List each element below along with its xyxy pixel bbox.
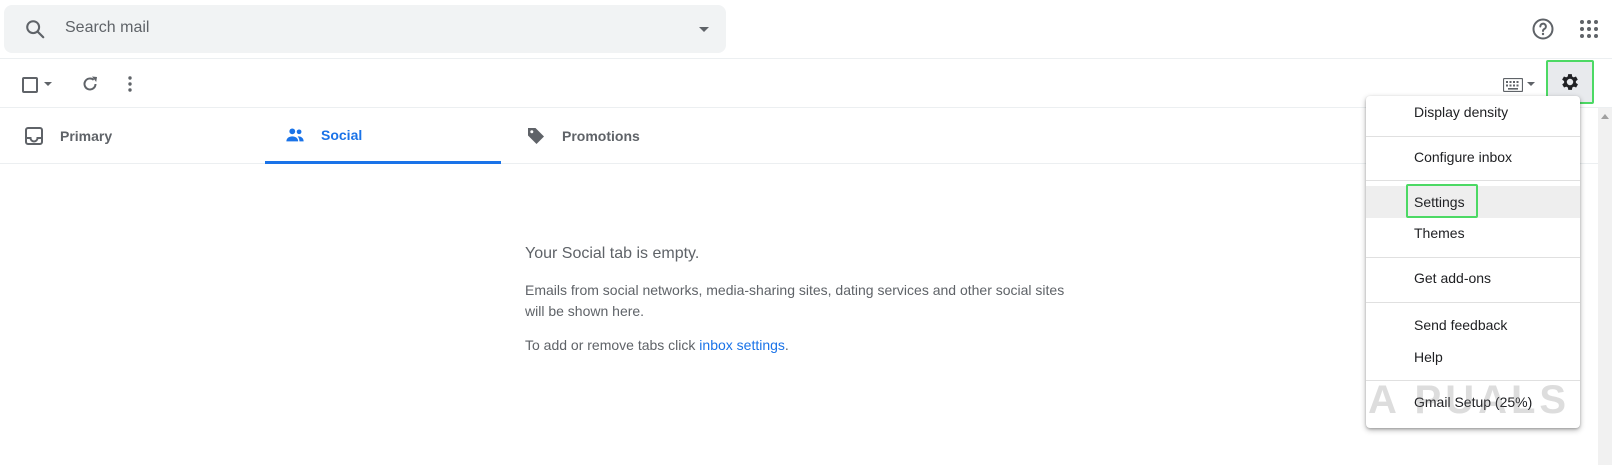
- select-options-icon[interactable]: [44, 82, 52, 86]
- tab-social[interactable]: Social: [265, 108, 501, 164]
- apps-grid-icon[interactable]: [1577, 17, 1601, 41]
- empty-state-hint: To add or remove tabs click inbox settin…: [525, 337, 789, 353]
- menu-item-settings-label: Settings: [1414, 194, 1465, 210]
- tab-promotions[interactable]: Promotions: [506, 108, 742, 164]
- search-bar[interactable]: Search mail: [4, 5, 726, 53]
- menu-item-gmail-setup[interactable]: Gmail Setup (25%): [1366, 386, 1580, 418]
- keyboard-options-icon[interactable]: [1527, 82, 1535, 86]
- menu-item-settings[interactable]: Settings: [1366, 184, 1580, 218]
- menu-item-send-feedback[interactable]: Send feedback: [1366, 309, 1580, 341]
- search-options-icon[interactable]: [694, 19, 714, 39]
- scrollbar[interactable]: [1598, 108, 1612, 465]
- keyboard-icon[interactable]: [1503, 78, 1523, 92]
- tab-label: Social: [321, 126, 363, 143]
- tag-icon: [528, 128, 544, 144]
- menu-divider: [1366, 136, 1580, 137]
- empty-state-description: Emails from social networks, media-shari…: [525, 282, 1065, 319]
- refresh-icon[interactable]: [80, 74, 100, 94]
- search-input[interactable]: Search mail: [65, 19, 149, 37]
- header: Search mail: [0, 0, 1612, 59]
- menu-item-help[interactable]: Help: [1366, 341, 1580, 373]
- empty-state-title: Your Social tab is empty.: [525, 245, 700, 262]
- menu-item-themes[interactable]: Themes: [1366, 217, 1580, 249]
- menu-divider: [1366, 302, 1580, 303]
- menu-item-get-add-ons[interactable]: Get add-ons: [1366, 262, 1580, 294]
- help-circle-icon[interactable]: [1531, 17, 1555, 41]
- menu-divider: [1366, 257, 1580, 258]
- tab-label: Primary: [60, 128, 113, 144]
- menu-divider: [1366, 380, 1580, 381]
- menu-item-configure-inbox[interactable]: Configure inbox: [1366, 141, 1580, 173]
- gear-icon: [1562, 74, 1578, 90]
- scroll-up-icon[interactable]: [1601, 114, 1609, 119]
- search-icon[interactable]: [24, 18, 46, 40]
- hint-prefix: To add or remove tabs click: [525, 337, 700, 353]
- menu-divider: [1366, 180, 1580, 181]
- more-vertical-icon[interactable]: [120, 74, 140, 94]
- people-icon: [286, 127, 304, 141]
- settings-menu: Display density Configure inbox Settings…: [1366, 96, 1580, 428]
- inbox-settings-link[interactable]: inbox settings: [699, 337, 785, 353]
- tab-label: Promotions: [562, 128, 640, 144]
- hint-suffix: .: [784, 337, 789, 353]
- menu-item-display-density[interactable]: Display density: [1366, 96, 1580, 128]
- inbox-icon: [25, 127, 43, 145]
- select-all-checkbox[interactable]: [22, 77, 38, 93]
- tab-primary[interactable]: Primary: [4, 108, 240, 164]
